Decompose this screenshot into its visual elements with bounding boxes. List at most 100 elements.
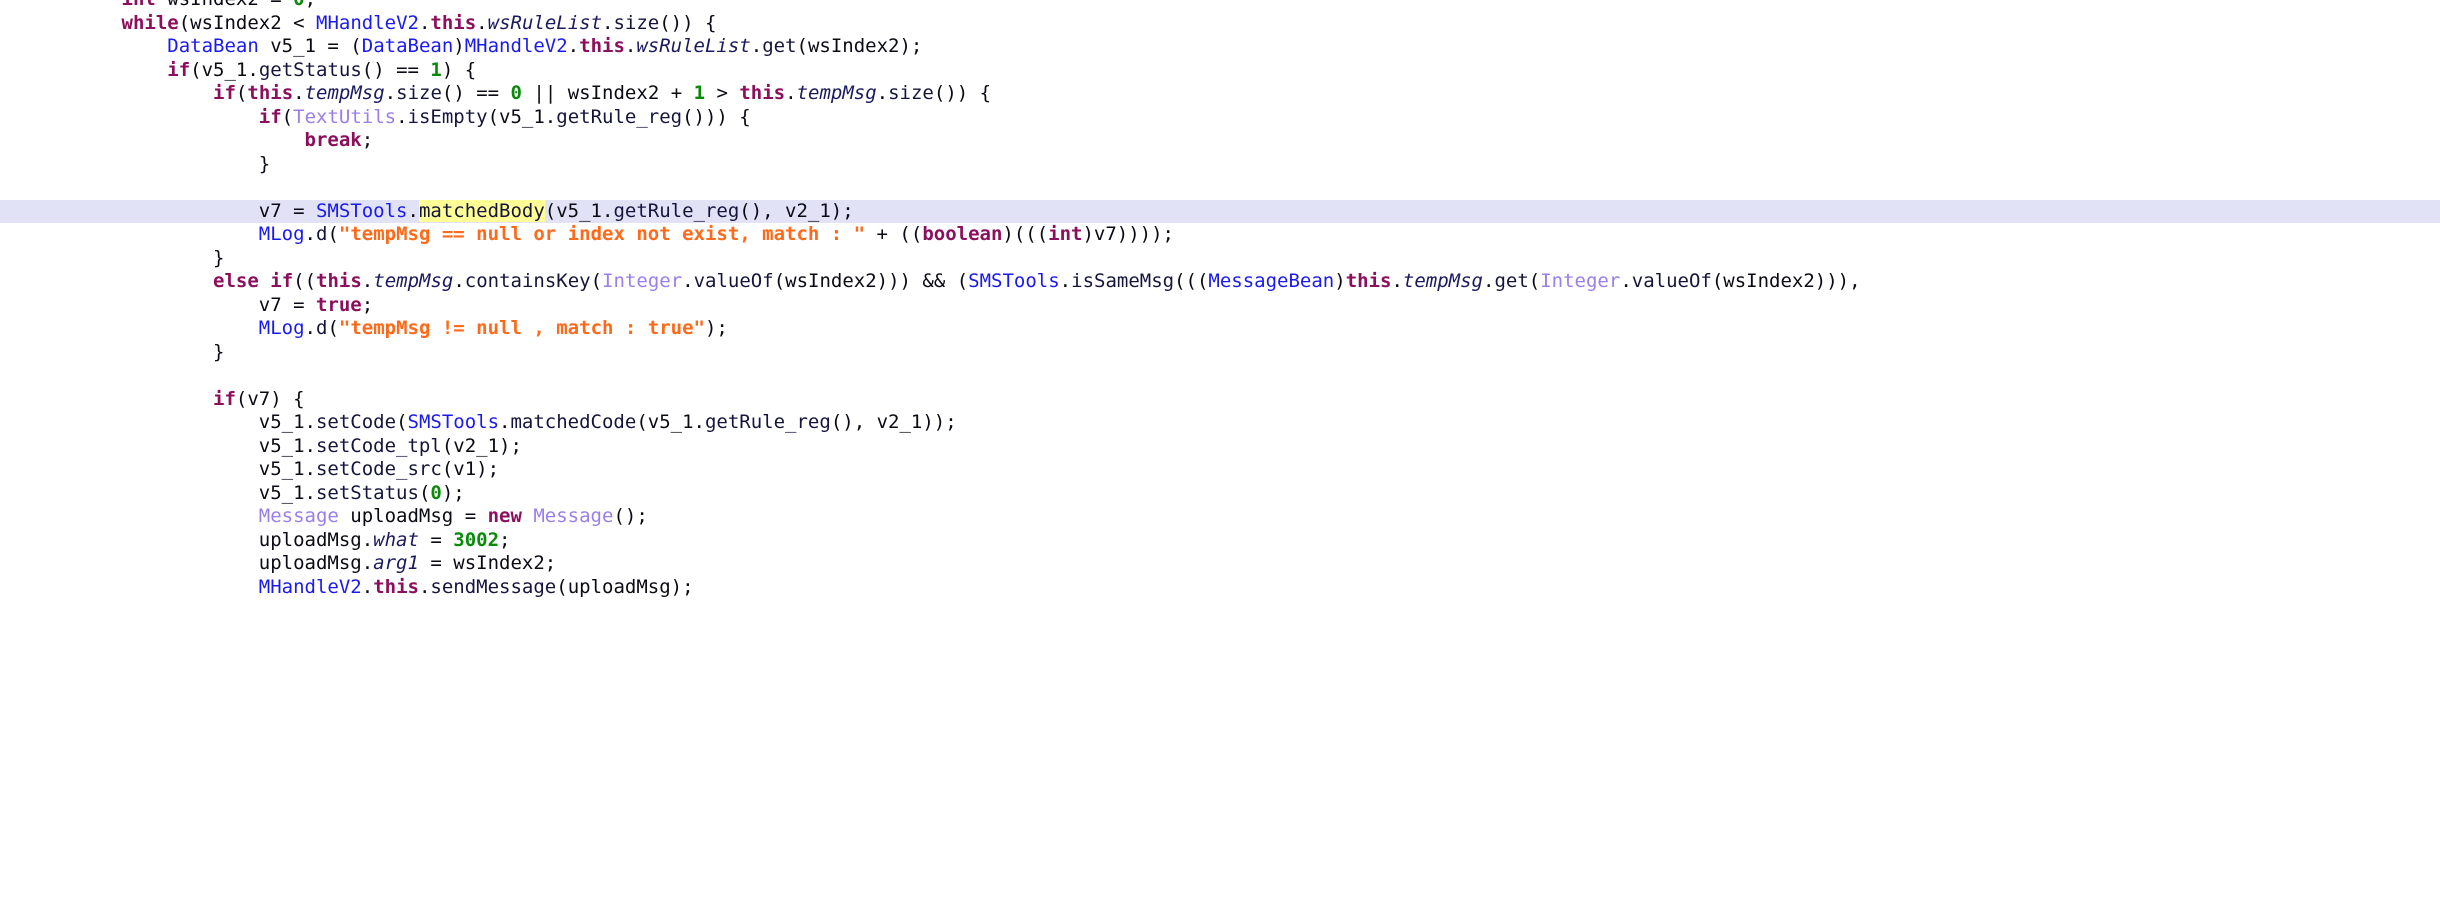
code-token: . bbox=[361, 575, 374, 598]
code-line[interactable]: } bbox=[0, 341, 2440, 365]
code-token: valueOf bbox=[1631, 270, 1712, 292]
code-token: "tempMsg != null , match : true" bbox=[338, 317, 705, 339]
code-token: new bbox=[487, 505, 522, 527]
code-token: . bbox=[1620, 270, 1632, 292]
code-line[interactable]: v7 = true; bbox=[0, 294, 2440, 318]
code-line[interactable]: DataBean v5_1 = (DataBean)MHandleV2.this… bbox=[0, 35, 2440, 59]
code-line[interactable]: int wsIndex2 = 0; bbox=[0, 0, 2440, 12]
code-token: DataBean bbox=[167, 35, 259, 57]
code-token: setCode_src bbox=[315, 458, 442, 480]
code-line[interactable] bbox=[0, 364, 2440, 388]
code-token: true bbox=[315, 293, 362, 316]
code-token: break bbox=[304, 129, 362, 151]
code-token: if bbox=[213, 82, 236, 104]
code-token: . bbox=[396, 105, 408, 128]
code-text-area[interactable]: int wsIndex2 = 0; while(wsIndex2 < MHand… bbox=[0, 0, 2440, 599]
code-token: else bbox=[213, 270, 259, 292]
code-line[interactable]: if(TextUtils.isEmpty(v5_1.getRule_reg())… bbox=[0, 106, 2440, 130]
code-token: 3002 bbox=[453, 528, 500, 551]
code-line[interactable]: else if((this.tempMsg.containsKey(Intege… bbox=[0, 270, 2440, 294]
code-token: this bbox=[430, 11, 477, 34]
code-line[interactable]: } bbox=[0, 153, 2440, 177]
code-token: Integer bbox=[602, 270, 683, 292]
code-token: . bbox=[602, 11, 614, 34]
code-token: = wsIndex2; bbox=[418, 552, 557, 574]
code-token: . bbox=[876, 82, 889, 104]
code-line-current[interactable]: v7 = SMSTools.matchedBody(v5_1.getRule_r… bbox=[0, 199, 2440, 223]
code-token: int bbox=[122, 0, 156, 10]
code-line[interactable]: MLog.d("tempMsg != null , match : true")… bbox=[0, 317, 2440, 341]
code-line[interactable]: uploadMsg.what = 3002; bbox=[0, 529, 2440, 553]
code-editor-view[interactable]: int wsIndex2 = 0; while(wsIndex2 < MHand… bbox=[0, 0, 2440, 920]
code-line[interactable]: v5_1.setCode_tpl(v2_1); bbox=[0, 435, 2440, 459]
code-token: 0 bbox=[293, 0, 304, 10]
code-line[interactable]: MHandleV2.this.sendMessage(uploadMsg); bbox=[0, 576, 2440, 600]
code-token: MHandleV2 bbox=[316, 11, 419, 34]
code-token: if bbox=[167, 58, 191, 81]
code-line[interactable]: break; bbox=[0, 129, 2440, 153]
code-token: ( bbox=[590, 270, 603, 292]
code-token: MLog bbox=[258, 223, 305, 245]
code-line[interactable]: v5_1.setStatus(0); bbox=[0, 482, 2440, 506]
code-token: ( bbox=[396, 411, 408, 433]
code-token: this bbox=[739, 82, 786, 104]
code-token: setStatus bbox=[315, 481, 419, 504]
code-line[interactable]: if(v7) { bbox=[0, 388, 2440, 412]
code-token: tempMsg bbox=[304, 82, 385, 104]
code-token: (uploadMsg); bbox=[556, 575, 694, 598]
code-token: v5_1. bbox=[30, 411, 316, 433]
code-token: )v7)))); bbox=[1082, 223, 1174, 245]
code-token: getStatus bbox=[258, 58, 362, 81]
code-line[interactable]: Message uploadMsg = new Message(); bbox=[0, 505, 2440, 529]
code-token: isEmpty bbox=[407, 105, 488, 128]
code-line[interactable]: if(v5_1.getStatus() == 1) { bbox=[0, 59, 2440, 83]
code-line[interactable]: v5_1.setCode_src(v1); bbox=[0, 458, 2440, 482]
code-line[interactable]: MLog.d("tempMsg == null or index not exi… bbox=[0, 223, 2440, 247]
code-token: "tempMsg == null or index not exist, mat… bbox=[338, 223, 866, 245]
code-token: ; bbox=[361, 129, 374, 151]
code-line[interactable]: while(wsIndex2 < MHandleV2.this.wsRuleLi… bbox=[0, 12, 2440, 36]
code-line[interactable]: uploadMsg.arg1 = wsIndex2; bbox=[0, 552, 2440, 576]
code-token: 1 bbox=[693, 82, 706, 104]
code-token: )((( bbox=[1002, 223, 1049, 245]
code-token: this bbox=[1345, 270, 1392, 292]
code-token: 1 bbox=[430, 58, 442, 81]
code-token: + (( bbox=[865, 223, 923, 245]
code-token: v5_1 = ( bbox=[258, 35, 362, 57]
code-token: uploadMsg = bbox=[338, 505, 488, 527]
code-token: . bbox=[384, 82, 397, 104]
code-token: setCode bbox=[315, 411, 397, 433]
code-token: (wsIndex2))) && ( bbox=[773, 270, 969, 292]
code-token: size bbox=[888, 82, 934, 104]
code-token: arg1 bbox=[373, 552, 419, 574]
code-token: . bbox=[407, 199, 419, 222]
code-line[interactable]: if(this.tempMsg.size() == 0 || wsIndex2 … bbox=[0, 82, 2440, 106]
code-line[interactable]: v5_1.setCode(SMSTools.matchedCode(v5_1.g… bbox=[0, 411, 2440, 435]
code-token: ; bbox=[499, 528, 511, 551]
code-token: ) bbox=[1334, 270, 1346, 292]
code-token: SMSTools bbox=[315, 199, 408, 222]
code-token: (wsIndex2))), bbox=[1711, 270, 1861, 292]
code-token: this bbox=[316, 270, 362, 292]
code-token: () == bbox=[361, 58, 431, 81]
code-token: ; bbox=[361, 293, 374, 316]
code-line[interactable] bbox=[0, 176, 2440, 200]
code-token: get bbox=[1494, 270, 1529, 292]
code-line[interactable]: } bbox=[0, 247, 2440, 271]
code-token: } bbox=[30, 246, 225, 269]
code-token: || wsIndex2 + bbox=[521, 82, 694, 104]
code-token: wsRuleList bbox=[487, 11, 603, 34]
code-token: . bbox=[418, 11, 431, 34]
code-token: } bbox=[30, 152, 271, 175]
code-token: } bbox=[30, 340, 225, 363]
code-token: tempMsg bbox=[373, 270, 454, 292]
code-token: . bbox=[418, 575, 431, 598]
code-token: . bbox=[453, 270, 465, 292]
code-token: . bbox=[476, 11, 488, 34]
